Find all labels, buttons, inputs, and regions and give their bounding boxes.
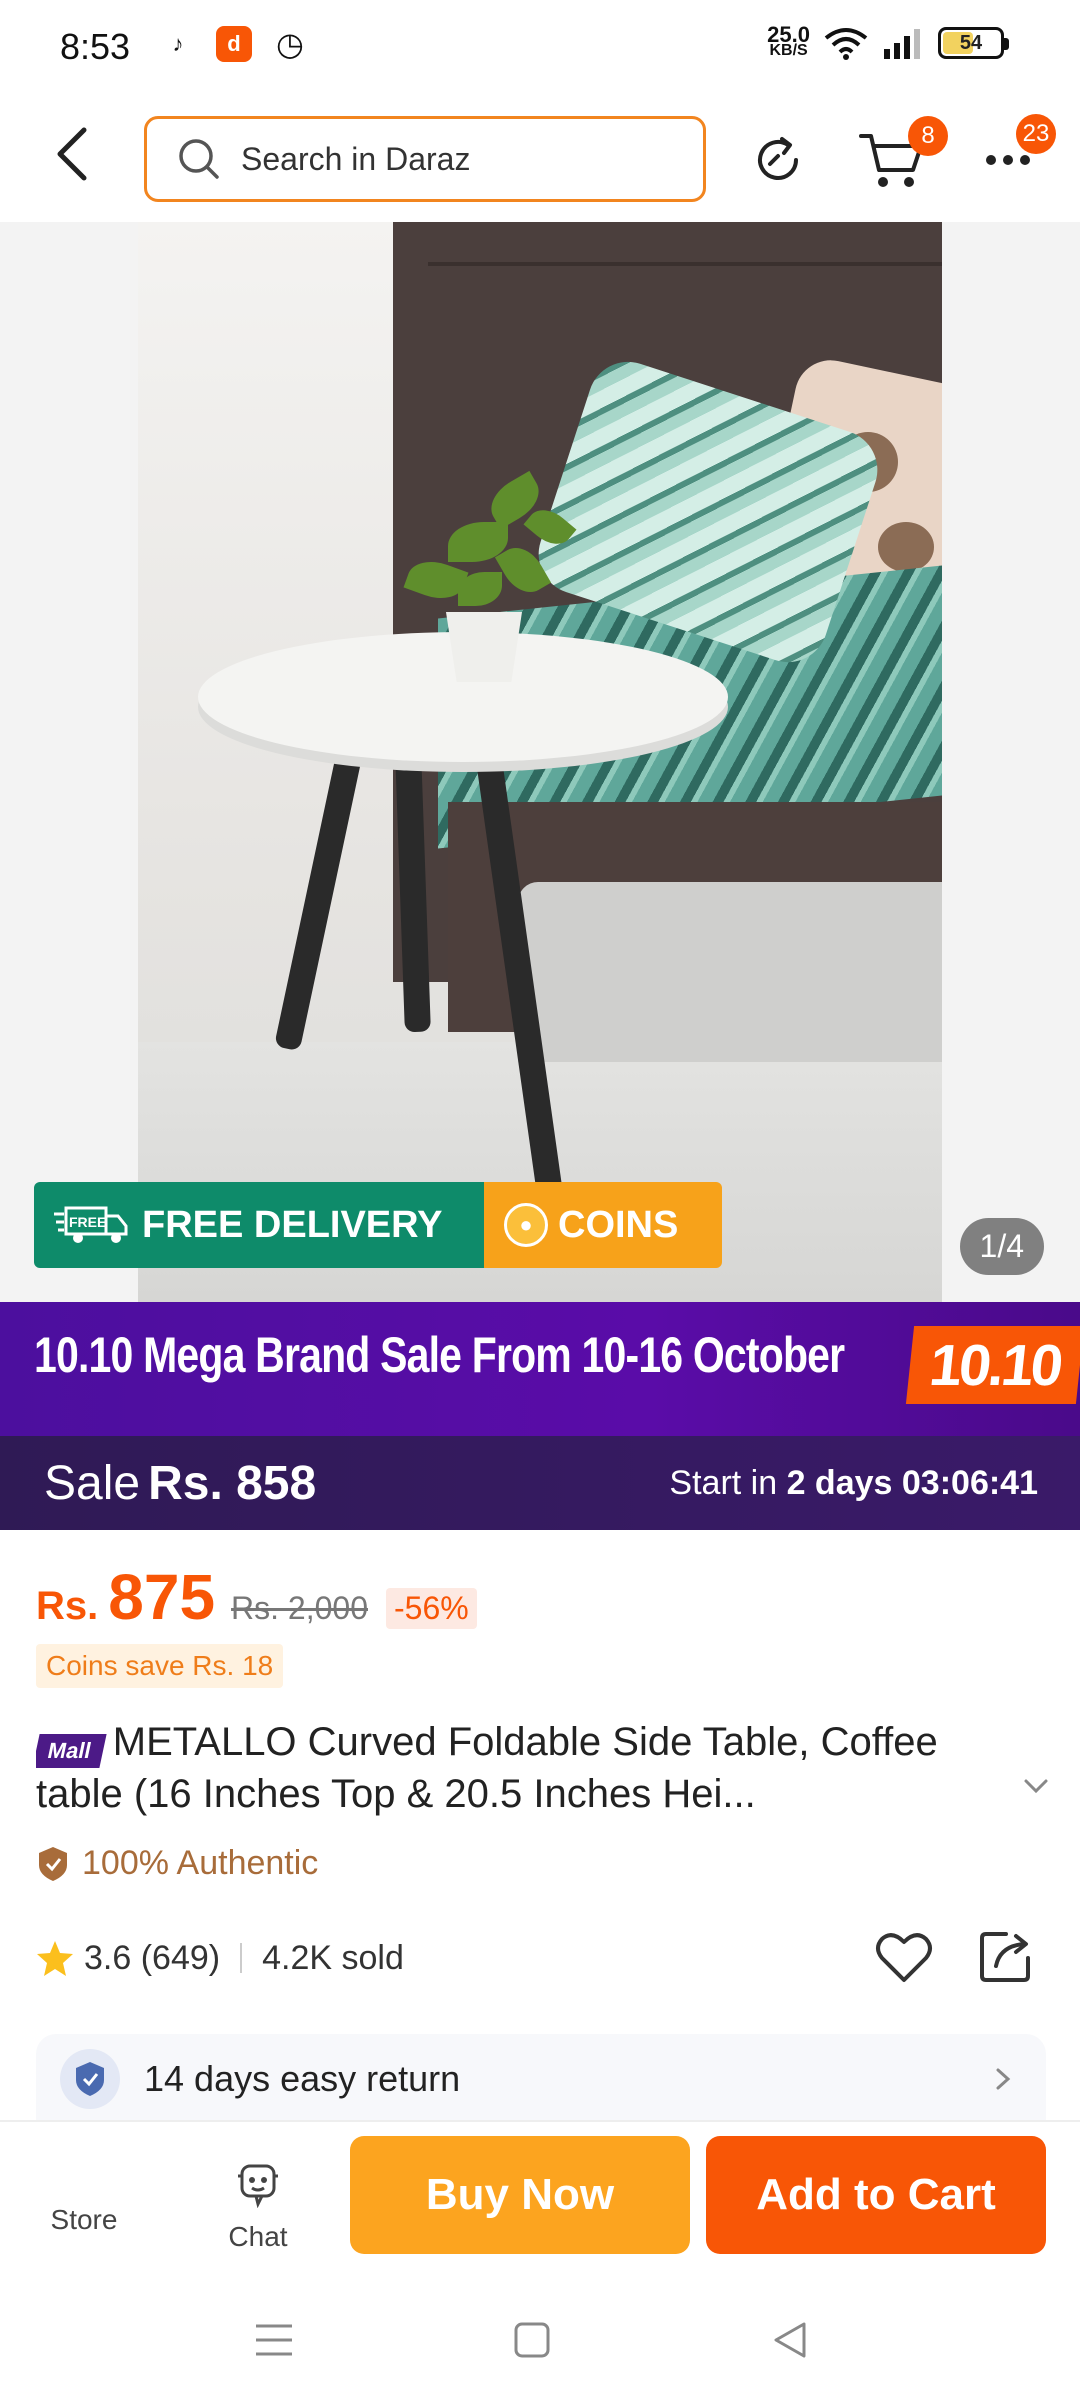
- network-speed-unit: KB/S: [769, 42, 808, 59]
- chevron-down-icon[interactable]: [1016, 1766, 1056, 1806]
- daraz-app-icon: d: [216, 26, 252, 62]
- product-photo[interactable]: [138, 222, 942, 1302]
- countdown-days: 2 days: [786, 1463, 893, 1502]
- authentic-shield-icon: [39, 1846, 67, 1881]
- price-section: Rs. 875 Rs. 2,000 -56% Coins save Rs. 18: [36, 1560, 1046, 1688]
- product-title-row[interactable]: Mall METALLO Curved Foldable Side Table, …: [36, 1716, 1048, 1820]
- search-icon: [179, 139, 219, 179]
- status-system-icons: 25.0 KB/S 54: [767, 22, 1009, 60]
- back-triangle-icon: [774, 2322, 806, 2358]
- promo-tags: FREE FREE DELIVERY ● COINS: [34, 1182, 722, 1268]
- store-label: Store: [50, 2204, 118, 2235]
- search-input[interactable]: Search in Daraz: [144, 116, 706, 202]
- back-button[interactable]: [40, 122, 104, 186]
- battery-level: 54: [959, 31, 983, 54]
- chat-button[interactable]: Chat: [198, 2162, 318, 2253]
- image-pager: 1/4: [959, 1218, 1044, 1275]
- tiktok-icon: ♪: [172, 31, 184, 56]
- cart-count-badge: 8: [908, 116, 948, 156]
- discount-badge: -56%: [386, 1588, 477, 1629]
- countdown-timer: 03:06:41: [901, 1463, 1038, 1502]
- star-icon: [37, 1941, 73, 1976]
- upcoming-sale-bar: Sale Rs. 858 Start in 2 days 03:06:41: [0, 1436, 1080, 1530]
- status-notification-icons: ♪ d ◷: [160, 26, 308, 62]
- sold-count: 4.2K sold: [262, 1938, 404, 1977]
- mega-sale-text: 10.10 Mega Brand Sale From 10-16 October: [34, 1327, 845, 1383]
- coins-tag: ● COINS: [484, 1182, 722, 1268]
- signal-icon: [884, 29, 920, 59]
- sale-price: Rs. 858: [148, 1456, 317, 1510]
- system-navigation-bar: [0, 2270, 1080, 2400]
- coin-icon: ●: [504, 1203, 548, 1247]
- divider: [240, 1943, 243, 1973]
- original-price: Rs. 2,000: [231, 1590, 368, 1626]
- network-speed: 25.0 KB/S: [767, 22, 810, 59]
- status-bar: 8:53 ♪ d ◷ 25.0 KB/S 54: [0, 0, 1080, 96]
- more-options-button[interactable]: 23: [972, 114, 1056, 196]
- network-speed-value: 25.0: [767, 22, 810, 47]
- wifi-icon: [824, 28, 868, 60]
- more-count-badge: 23: [1016, 114, 1056, 154]
- top-header: Search in Daraz 8 23: [0, 96, 1080, 222]
- chat-label: Chat: [228, 2221, 288, 2252]
- coins-label: COINS: [558, 1203, 679, 1246]
- mall-badge: Mall: [36, 1733, 107, 1768]
- battery-icon: 54: [938, 27, 1009, 59]
- price-currency: Rs.: [36, 1584, 99, 1628]
- menu-lines-icon: [256, 2324, 292, 2356]
- rating-value[interactable]: 3.6 (649): [84, 1939, 220, 1978]
- free-delivery-tag: FREE FREE DELIVERY: [34, 1182, 484, 1268]
- back-nav-button[interactable]: [760, 2310, 820, 2370]
- sale-label: Sale: [44, 1456, 141, 1510]
- chevron-right-icon: [996, 2068, 1011, 2090]
- product-image-gallery[interactable]: FREE FREE DELIVERY ● COINS 1/4: [0, 222, 1080, 1302]
- home-square-icon: [514, 2322, 550, 2358]
- product-title: METALLO Curved Foldable Side Table, Coff…: [36, 1720, 938, 1816]
- countdown-prefix: Start in: [669, 1463, 778, 1502]
- buy-now-button[interactable]: Buy Now: [350, 2136, 690, 2254]
- free-truck-text: FREE: [69, 1214, 106, 1230]
- bottom-action-bar: Store Chat Buy Now Add to Cart: [0, 2120, 1080, 2270]
- rating-row: 3.6 (649) 4.2K sold: [36, 1926, 1046, 1990]
- refresh-icon: [758, 137, 798, 180]
- free-delivery-label: FREE DELIVERY: [142, 1203, 443, 1246]
- price-row: Rs. 875 Rs. 2,000 -56%: [36, 1560, 1046, 1634]
- search-placeholder: Search in Daraz: [241, 140, 471, 177]
- mega-sale-banner[interactable]: 10.10 Mega Brand Sale From 10-16 October…: [0, 1302, 1080, 1436]
- authentic-label: 100% Authentic: [82, 1844, 319, 1882]
- authentic-row: 100% Authentic: [36, 1844, 318, 1883]
- current-price: 875: [108, 1561, 216, 1633]
- coins-save-tag: Coins save Rs. 18: [36, 1644, 284, 1688]
- timer-icon: ◷: [276, 26, 304, 62]
- return-policy-label: 14 days easy return: [144, 2058, 461, 2099]
- store-button[interactable]: Store: [24, 2168, 144, 2236]
- cart-button[interactable]: 8: [856, 116, 948, 196]
- return-policy-row[interactable]: 14 days easy return: [36, 2034, 1046, 2124]
- add-to-cart-button[interactable]: Add to Cart: [706, 2136, 1046, 2254]
- status-time: 8:53: [60, 26, 131, 67]
- return-shield-icon: [60, 2049, 120, 2109]
- more-dots-icon: [986, 155, 1030, 165]
- back-arrow-icon: [57, 127, 87, 181]
- home-button[interactable]: [502, 2310, 562, 2370]
- wishlist-heart-icon[interactable]: [872, 1926, 936, 1990]
- campaign-logo: 10.10: [905, 1326, 1080, 1404]
- share-icon[interactable]: [976, 1926, 1036, 1986]
- delivery-truck-icon: FREE: [54, 1206, 128, 1243]
- refresh-button[interactable]: [742, 124, 814, 196]
- recent-apps-button[interactable]: [244, 2310, 304, 2370]
- sale-countdown: Start in 2 days 03:06:41: [669, 1464, 1038, 1503]
- chat-icon: [238, 2164, 278, 2209]
